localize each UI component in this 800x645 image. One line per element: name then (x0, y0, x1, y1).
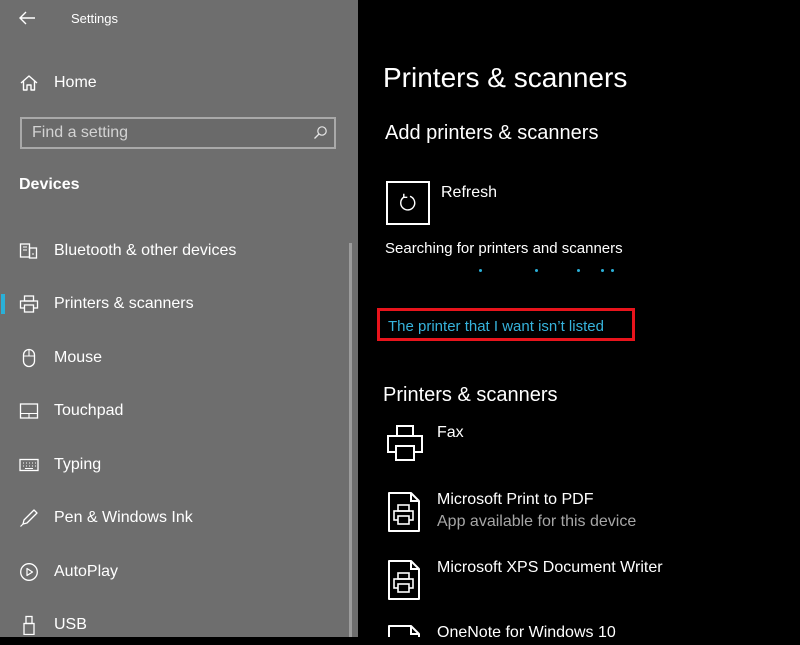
refresh-label[interactable]: Refresh (441, 184, 497, 202)
sidebar-item-label: Bluetooth & other devices (54, 242, 237, 259)
home-nav-item[interactable]: Home (18, 70, 338, 96)
sidebar-item-printers[interactable]: Printers & scanners (0, 284, 346, 324)
touchpad-icon (19, 403, 39, 419)
document-printer-icon (388, 625, 420, 637)
progress-dot (601, 269, 604, 272)
progress-dot (577, 269, 580, 272)
fax-printer-icon (387, 425, 423, 461)
settings-sidebar: Settings Home Devices Bluetooth & other … (0, 0, 358, 637)
autoplay-icon (20, 563, 38, 581)
home-icon (20, 75, 38, 91)
section-title-devices: Devices (19, 176, 80, 193)
bluetooth-devices-icon (19, 243, 38, 259)
device-name: Fax (437, 424, 464, 441)
printer-icon (19, 295, 39, 313)
sidebar-item-label: Printers & scanners (54, 295, 194, 312)
device-item-fax[interactable]: Fax (386, 424, 786, 464)
mouse-icon (22, 348, 36, 368)
sidebar-item-mouse[interactable]: Mouse (0, 338, 346, 378)
searching-status: Searching for printers and scanners (385, 240, 623, 257)
usb-icon (23, 615, 35, 635)
device-item-print-to-pdf[interactable]: Microsoft Print to PDF App available for… (386, 491, 786, 535)
sidebar-item-typing[interactable]: Typing (0, 445, 346, 485)
search-icon[interactable] (312, 125, 328, 141)
document-printer-icon (388, 492, 420, 532)
pen-icon (20, 509, 38, 527)
printer-not-listed-link[interactable]: The printer that I want isn’t listed (388, 318, 604, 335)
device-name: Microsoft Print to PDF (437, 491, 594, 508)
sidebar-item-label: Touchpad (54, 402, 124, 419)
add-printers-heading: Add printers & scanners (385, 122, 599, 144)
progress-dot (535, 269, 538, 272)
sidebar-item-touchpad[interactable]: Touchpad (0, 391, 346, 431)
page-title: Printers & scanners (383, 62, 628, 93)
title-bar: Settings (0, 0, 358, 38)
sidebar-item-pen[interactable]: Pen & Windows Ink (0, 498, 346, 538)
refresh-button[interactable] (386, 181, 430, 225)
sidebar-item-label: USB (54, 616, 87, 633)
refresh-icon (400, 193, 416, 211)
progress-dot (479, 269, 482, 272)
printers-list-heading: Printers & scanners (383, 384, 558, 406)
highlight-box: The printer that I want isn’t listed (377, 308, 635, 341)
app-title: Settings (71, 11, 118, 26)
progress-dot (611, 269, 614, 272)
device-item-xps-writer[interactable]: Microsoft XPS Document Writer (386, 559, 786, 601)
document-printer-icon (388, 560, 420, 600)
device-name: OneNote for Windows 10 (437, 624, 616, 637)
device-subtitle: App available for this device (437, 513, 637, 530)
back-button[interactable] (14, 7, 40, 29)
sidebar-item-bluetooth[interactable]: Bluetooth & other devices (0, 231, 346, 271)
sidebar-item-label: Pen & Windows Ink (54, 509, 193, 526)
sidebar-item-autoplay[interactable]: AutoPlay (0, 552, 346, 592)
sidebar-item-label: Mouse (54, 349, 103, 366)
back-arrow-icon (19, 11, 35, 25)
device-name: Microsoft XPS Document Writer (437, 559, 663, 576)
device-item-onenote[interactable]: OneNote for Windows 10 (386, 624, 786, 637)
home-label: Home (54, 74, 97, 91)
keyboard-icon (19, 458, 39, 472)
sidebar-scrollbar[interactable] (349, 243, 352, 637)
search-box[interactable] (20, 117, 336, 149)
search-input[interactable] (32, 124, 292, 142)
sidebar-item-usb[interactable]: USB (0, 605, 346, 645)
sidebar-item-label: AutoPlay (54, 563, 119, 580)
main-content: Printers & scanners Add printers & scann… (358, 0, 800, 637)
sidebar-item-label: Typing (54, 456, 102, 473)
